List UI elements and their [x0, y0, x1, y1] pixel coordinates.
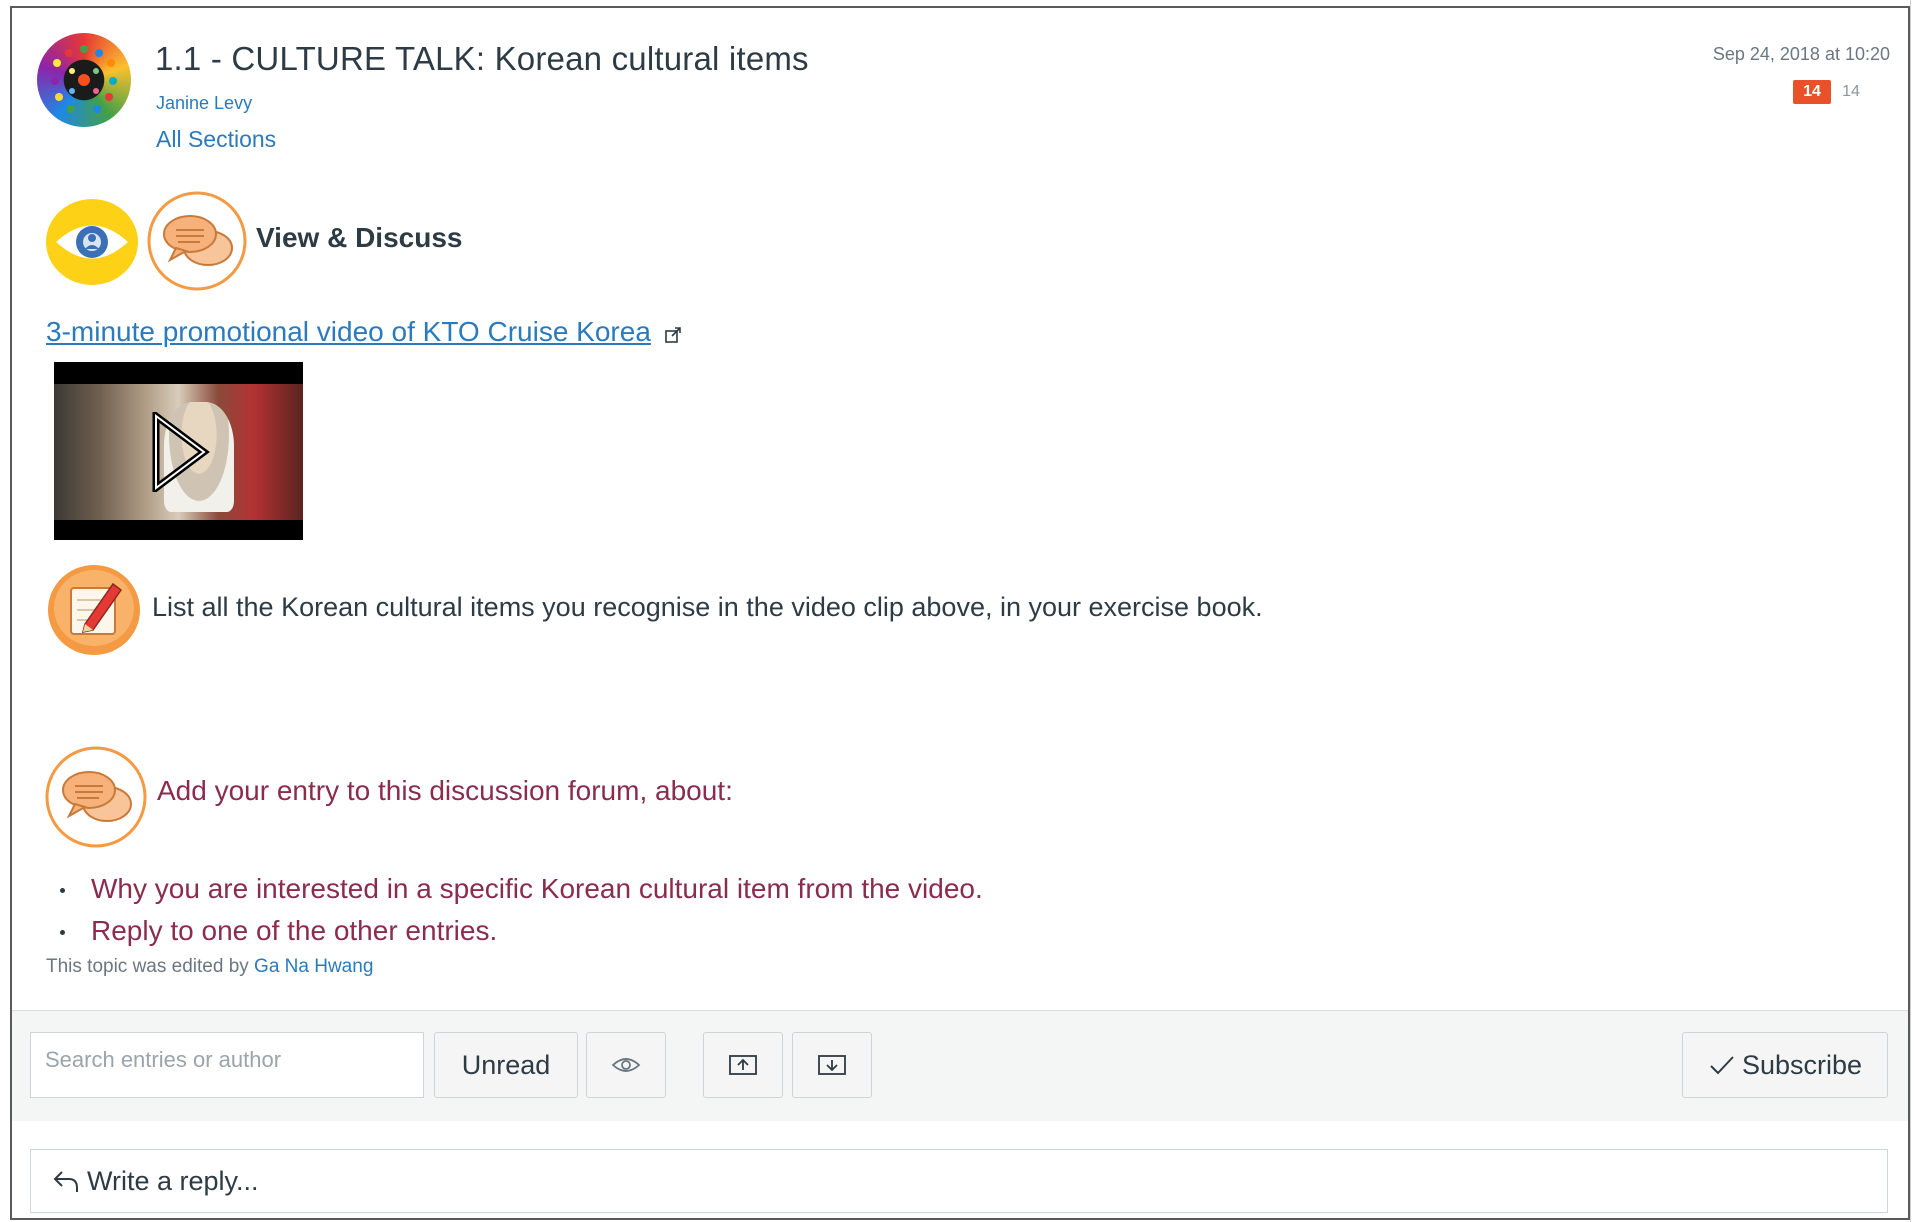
play-icon[interactable]: [150, 412, 210, 492]
editor-link[interactable]: Ga Na Hwang: [254, 956, 373, 977]
search-input[interactable]: Search entries or author: [30, 1032, 424, 1098]
edited-note: This topic was edited by Ga Na Hwang: [46, 956, 373, 978]
total-count-badge: 14: [1842, 83, 1860, 100]
reply-arrow-icon: [53, 1171, 78, 1192]
posted-date: Sep 24, 2018 at 10:20: [1712, 44, 1890, 64]
unread-button[interactable]: Unread: [434, 1032, 578, 1098]
pencil-notepad-icon: [47, 564, 141, 656]
eye-icon: [44, 197, 140, 287]
collapse-button[interactable]: [703, 1032, 783, 1098]
reply-placeholder: Write a reply...: [87, 1165, 259, 1196]
list-item: Reply to one of the other entries.: [58, 910, 983, 952]
video-thumbnail[interactable]: [54, 362, 303, 540]
add-entry-heading: Add your entry to this discussion forum,…: [157, 775, 733, 806]
speech-bubbles-icon: [44, 745, 148, 849]
topic-title: 1.1 - CULTURE TALK: Korean cultural item…: [155, 40, 809, 77]
unread-count-badge: 14: [1793, 80, 1831, 104]
external-link-icon[interactable]: [664, 326, 682, 344]
avatar[interactable]: [37, 33, 131, 127]
sections-link[interactable]: All Sections: [156, 126, 276, 153]
edited-prefix: This topic was edited by: [46, 956, 249, 977]
author-link[interactable]: Janine Levy: [156, 93, 252, 114]
instruction-list: Why you are interested in a specific Kor…: [58, 868, 983, 952]
expand-icon: [818, 1055, 846, 1075]
instruction-text: List all the Korean cultural items you r…: [152, 592, 1263, 622]
video-link[interactable]: 3-minute promotional video of KTO Cruise…: [46, 316, 651, 348]
show-hide-button[interactable]: [586, 1032, 666, 1098]
list-item: Why you are interested in a specific Kor…: [58, 868, 983, 910]
reply-field[interactable]: Write a reply...: [30, 1149, 1888, 1213]
section-heading-view-discuss: View & Discuss: [256, 222, 463, 253]
collapse-icon: [729, 1055, 757, 1075]
unread-label: Unread: [461, 1049, 551, 1080]
subscribe-button[interactable]: Subscribe: [1682, 1032, 1888, 1098]
subscribe-label: Subscribe: [1741, 1049, 1863, 1080]
show-hide-eye-icon: [611, 1058, 641, 1072]
checkmark-icon: [1710, 1056, 1734, 1075]
expand-button[interactable]: [792, 1032, 872, 1098]
speech-bubbles-icon: [146, 190, 248, 292]
divider: [1910, 0, 1911, 1222]
